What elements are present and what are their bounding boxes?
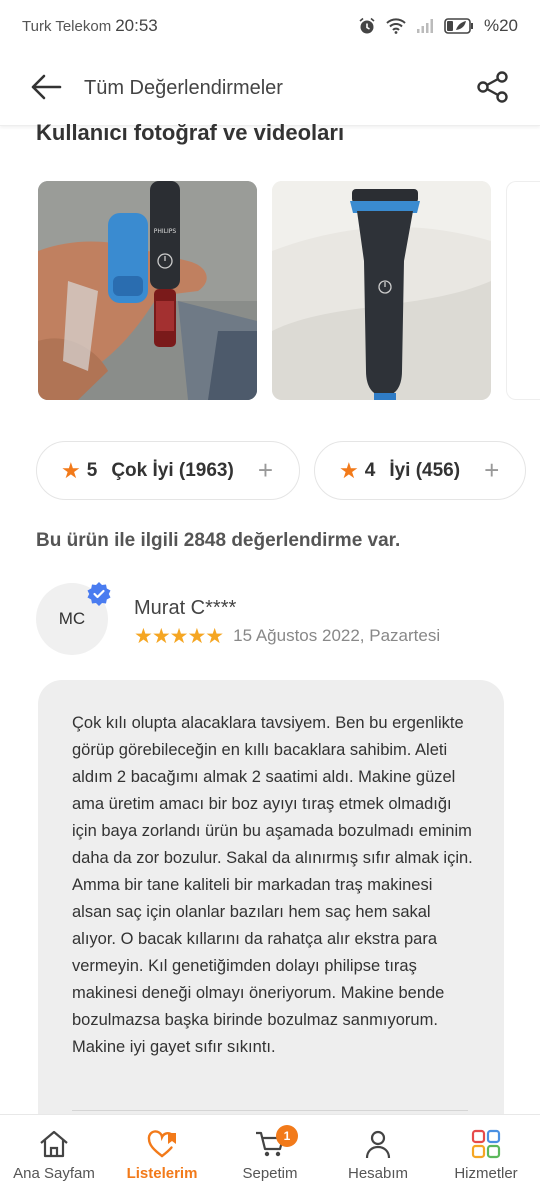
tab-label: Hesabım: [347, 1165, 409, 1182]
filter-chip-5-stars[interactable]: ★ 5 Çok İyi (1963) +: [36, 441, 300, 500]
tab-label: Ana Sayfam: [13, 1165, 95, 1182]
cart-badge: 1: [276, 1125, 298, 1147]
services-grid-icon: [470, 1129, 502, 1165]
review-card: Çok kılı olupta alacaklara tavsiyem. Ben…: [38, 680, 504, 1140]
filter-chip-4-stars[interactable]: ★ 4 İyi (456) +: [314, 441, 527, 500]
divider: [72, 1110, 468, 1111]
review-count-text: Bu ürün ile ilgili 2848 değerlendirme va…: [36, 530, 401, 551]
tab-label: Listelerim: [126, 1165, 198, 1182]
bottom-tab-bar: Ana Sayfam Listelerim 1 Sepetim Hesabım …: [0, 1114, 540, 1200]
review-text: Çok kılı olupta alacaklara tavsiyem. Ben…: [72, 714, 473, 1056]
tab-services[interactable]: Hizmetler: [432, 1115, 540, 1200]
share-icon[interactable]: [476, 70, 510, 108]
review-photo-3-peek[interactable]: [506, 181, 540, 400]
rating-filter-chips: ★ 5 Çok İyi (1963) + ★ 4 İyi (456) +: [36, 441, 527, 500]
rating-stars: ★★★★★: [134, 623, 224, 648]
star-icon: ★: [339, 457, 359, 483]
avatar: MC: [36, 582, 111, 655]
top-app-bar: Tüm Değerlendirmeler: [0, 52, 540, 126]
product-brand-label: PHILIPS: [154, 228, 177, 235]
chip-star-count: 5: [86, 459, 98, 481]
chip-star-count: 4: [364, 459, 376, 481]
back-arrow-icon[interactable]: [30, 73, 62, 105]
battery-percent: %20: [483, 16, 518, 35]
carrier-name: Turk Telekom: [22, 17, 112, 35]
review-photo-1[interactable]: PHILIPS: [38, 181, 257, 400]
wifi-icon: [386, 18, 406, 34]
user-icon: [362, 1129, 394, 1165]
star-icon: ★: [61, 457, 81, 483]
reviewer-header: MC Murat C**** ★★★★★ 15 Ağustos 2022, Pa…: [36, 582, 441, 655]
home-icon: [38, 1129, 70, 1165]
review-date: 15 Ağustos 2022, Pazartesi: [233, 625, 441, 645]
alarm-icon: [358, 17, 376, 35]
plus-icon: +: [484, 455, 500, 485]
status-bar: Turk Telekom 20:53 %20: [0, 0, 540, 52]
avatar-initials: MC: [58, 609, 86, 628]
page-title: Tüm Değerlendirmeler: [84, 77, 283, 99]
reviewer-name: Murat C****: [134, 596, 237, 619]
tab-home[interactable]: Ana Sayfam: [0, 1115, 108, 1200]
chip-label: İyi (456): [389, 459, 461, 481]
tab-cart[interactable]: 1 Sepetim: [216, 1115, 324, 1200]
chip-label: Çok İyi (1963): [111, 459, 234, 481]
review-photo-2[interactable]: [272, 181, 491, 400]
photo-carousel[interactable]: PHILIPS: [38, 181, 540, 400]
tab-label: Sepetim: [242, 1165, 298, 1182]
signal-icon: [416, 18, 434, 34]
verified-badge-icon: [86, 581, 112, 607]
clock: 20:53: [115, 16, 158, 35]
media-section-title: Kullanıcı fotoğraf ve videoları: [36, 120, 345, 145]
plus-icon: +: [257, 455, 273, 485]
tab-label: Hizmetler: [454, 1165, 518, 1182]
battery-icon: [444, 17, 474, 35]
heart-list-icon: [146, 1129, 178, 1165]
tab-lists[interactable]: Listelerim: [108, 1115, 216, 1200]
tab-account[interactable]: Hesabım: [324, 1115, 432, 1200]
